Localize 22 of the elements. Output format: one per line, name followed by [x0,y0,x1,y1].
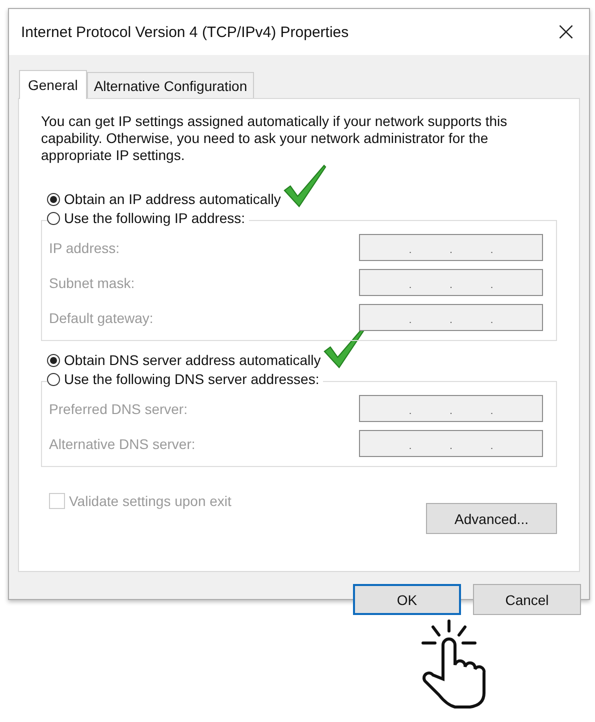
field-label: IP address: [49,240,120,256]
radio-label[interactable]: Obtain an IP address automatically [64,191,281,207]
cancel-button[interactable]: Cancel [473,584,581,615]
advanced-button[interactable]: Advanced... [426,503,557,534]
close-button[interactable]: × [543,9,589,55]
window-title: Internet Protocol Version 4 (TCP/IPv4) Properties [21,24,349,40]
field-label: Subnet mask: [49,274,135,290]
ok-button[interactable]: OK [353,584,461,615]
radio-label[interactable]: Use the following DNS server addresses: [64,371,320,387]
checkmark-icon [282,164,327,208]
field-label: Alternative DNS server: [49,436,196,452]
tab[interactable]: Alternative Configuration [86,72,254,98]
radio-button[interactable] [47,212,60,224]
field-label: Preferred DNS server: [49,400,188,416]
field-label: Default gateway: [49,310,154,326]
radio-button[interactable] [47,372,60,386]
description-text: You can get IP settings assigned automatically if your network supports this capability. Otherwise, you need to ask your network administrator for the appropriate IP settings. [41,113,508,164]
radio-label[interactable]: Obtain DNS server address automatically [64,352,321,368]
radio-button[interactable] [47,354,60,366]
tab[interactable]: General [19,70,87,99]
radio-label[interactable]: Use the following IP address: [64,210,246,226]
radio-button[interactable] [47,192,60,206]
